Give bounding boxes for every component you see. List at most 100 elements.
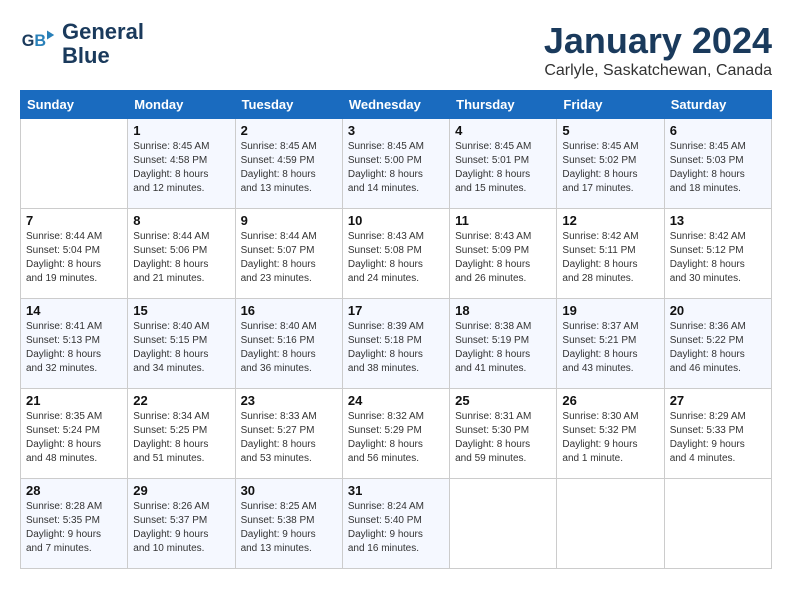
day-number: 4: [455, 123, 551, 138]
day-info: Sunrise: 8:38 AM Sunset: 5:19 PM Dayligh…: [455, 320, 551, 376]
weekday-header: Tuesday: [235, 91, 342, 119]
logo: G B General Blue: [20, 20, 144, 68]
day-number: 2: [241, 123, 337, 138]
day-number: 25: [455, 393, 551, 408]
calendar-cell: 4 Sunrise: 8:45 AM Sunset: 5:01 PM Daylig…: [450, 119, 557, 209]
calendar-cell: 3Sunrise: 8:45 AM Sunset: 5:00 PM Daylig…: [342, 119, 449, 209]
day-number: 16: [241, 303, 337, 318]
calendar-cell: 23Sunrise: 8:33 AM Sunset: 5:27 PM Dayli…: [235, 389, 342, 479]
day-info: Sunrise: 8:44 AM Sunset: 5:04 PM Dayligh…: [26, 230, 122, 286]
day-number: 31: [348, 483, 444, 498]
day-number: 19: [562, 303, 658, 318]
calendar-cell: 2 Sunrise: 8:45 AM Sunset: 4:59 PM Daylig…: [235, 119, 342, 209]
calendar-cell: 25 Sunrise: 8:31 AM Sunset: 5:30 PM Dayli…: [450, 389, 557, 479]
calendar-cell: 13Sunrise: 8:42 AM Sunset: 5:12 PM Dayli…: [664, 209, 771, 299]
calendar-cell: 21 Sunrise: 8:35 AM Sunset: 5:24 PM Dayli…: [21, 389, 128, 479]
day-number: 7: [26, 213, 122, 228]
calendar-cell: 30 Sunrise: 8:25 AM Sunset: 5:38 PM Dayli…: [235, 479, 342, 569]
day-info: Sunrise: 8:45 AM Sunset: 4:58 PM Dayligh…: [133, 140, 229, 196]
calendar-title: January 2024: [544, 20, 772, 62]
day-number: 23: [241, 393, 337, 408]
day-number: 29: [133, 483, 229, 498]
day-info: Sunrise: 8:29 AM Sunset: 5:33 PM Dayligh…: [670, 410, 766, 466]
calendar-cell: 11 Sunrise: 8:43 AM Sunset: 5:09 PM Dayli…: [450, 209, 557, 299]
calendar-cell: 16 Sunrise: 8:40 AM Sunset: 5:16 PM Dayli…: [235, 299, 342, 389]
day-number: 6: [670, 123, 766, 138]
calendar-cell: 8Sunrise: 8:44 AM Sunset: 5:06 PM Daylig…: [128, 209, 235, 299]
calendar-cell: 19 Sunrise: 8:37 AM Sunset: 5:21 PM Dayli…: [557, 299, 664, 389]
day-number: 5: [562, 123, 658, 138]
day-info: Sunrise: 8:34 AM Sunset: 5:25 PM Dayligh…: [133, 410, 229, 466]
day-info: Sunrise: 8:39 AM Sunset: 5:18 PM Dayligh…: [348, 320, 444, 376]
day-number: 1: [133, 123, 229, 138]
day-number: 30: [241, 483, 337, 498]
calendar-cell: 22 Sunrise: 8:34 AM Sunset: 5:25 PM Dayli…: [128, 389, 235, 479]
svg-text:B: B: [34, 32, 46, 50]
logo-icon: G B: [20, 26, 56, 62]
calendar-cell: 9 Sunrise: 8:44 AM Sunset: 5:07 PM Daylig…: [235, 209, 342, 299]
day-number: 21: [26, 393, 122, 408]
calendar-week-row: 14Sunrise: 8:41 AM Sunset: 5:13 PM Dayli…: [21, 299, 772, 389]
day-info: Sunrise: 8:28 AM Sunset: 5:35 PM Dayligh…: [26, 500, 122, 556]
calendar-cell: 26Sunrise: 8:30 AM Sunset: 5:32 PM Dayli…: [557, 389, 664, 479]
day-number: 27: [670, 393, 766, 408]
day-number: 22: [133, 393, 229, 408]
day-info: Sunrise: 8:40 AM Sunset: 5:16 PM Dayligh…: [241, 320, 337, 376]
day-number: 12: [562, 213, 658, 228]
calendar-cell: 5 Sunrise: 8:45 AM Sunset: 5:02 PM Daylig…: [557, 119, 664, 209]
calendar-cell: 12 Sunrise: 8:42 AM Sunset: 5:11 PM Dayli…: [557, 209, 664, 299]
day-info: Sunrise: 8:31 AM Sunset: 5:30 PM Dayligh…: [455, 410, 551, 466]
calendar-cell: 27 Sunrise: 8:29 AM Sunset: 5:33 PM Dayli…: [664, 389, 771, 479]
day-info: Sunrise: 8:40 AM Sunset: 5:15 PM Dayligh…: [133, 320, 229, 376]
calendar-cell: 15Sunrise: 8:40 AM Sunset: 5:15 PM Dayli…: [128, 299, 235, 389]
calendar-subtitle: Carlyle, Saskatchewan, Canada: [544, 62, 772, 80]
svg-text:G: G: [22, 32, 35, 50]
weekday-header: Friday: [557, 91, 664, 119]
day-info: Sunrise: 8:42 AM Sunset: 5:11 PM Dayligh…: [562, 230, 658, 286]
day-number: 3: [348, 123, 444, 138]
weekday-header: Sunday: [21, 91, 128, 119]
day-info: Sunrise: 8:45 AM Sunset: 5:02 PM Dayligh…: [562, 140, 658, 196]
day-info: Sunrise: 8:24 AM Sunset: 5:40 PM Dayligh…: [348, 500, 444, 556]
day-number: 17: [348, 303, 444, 318]
day-info: Sunrise: 8:37 AM Sunset: 5:21 PM Dayligh…: [562, 320, 658, 376]
day-info: Sunrise: 8:45 AM Sunset: 5:03 PM Dayligh…: [670, 140, 766, 196]
calendar-cell: 14Sunrise: 8:41 AM Sunset: 5:13 PM Dayli…: [21, 299, 128, 389]
day-number: 10: [348, 213, 444, 228]
calendar-cell: 10Sunrise: 8:43 AM Sunset: 5:08 PM Dayli…: [342, 209, 449, 299]
day-info: Sunrise: 8:41 AM Sunset: 5:13 PM Dayligh…: [26, 320, 122, 376]
calendar-cell: 7 Sunrise: 8:44 AM Sunset: 5:04 PM Daylig…: [21, 209, 128, 299]
weekday-header: Thursday: [450, 91, 557, 119]
calendar-cell: 1 Sunrise: 8:45 AM Sunset: 4:58 PM Daylig…: [128, 119, 235, 209]
title-area: January 2024 Carlyle, Saskatchewan, Cana…: [544, 20, 772, 80]
day-info: Sunrise: 8:44 AM Sunset: 5:07 PM Dayligh…: [241, 230, 337, 286]
day-number: 28: [26, 483, 122, 498]
weekday-header: Saturday: [664, 91, 771, 119]
day-info: Sunrise: 8:32 AM Sunset: 5:29 PM Dayligh…: [348, 410, 444, 466]
calendar-cell: 18Sunrise: 8:38 AM Sunset: 5:19 PM Dayli…: [450, 299, 557, 389]
day-info: Sunrise: 8:45 AM Sunset: 4:59 PM Dayligh…: [241, 140, 337, 196]
day-info: Sunrise: 8:42 AM Sunset: 5:12 PM Dayligh…: [670, 230, 766, 286]
page-header: G B General Blue January 2024 Carlyle, S…: [20, 20, 772, 80]
calendar-week-row: 1 Sunrise: 8:45 AM Sunset: 4:58 PM Daylig…: [21, 119, 772, 209]
calendar-cell: [664, 479, 771, 569]
day-info: Sunrise: 8:45 AM Sunset: 5:01 PM Dayligh…: [455, 140, 551, 196]
day-number: 9: [241, 213, 337, 228]
day-info: Sunrise: 8:25 AM Sunset: 5:38 PM Dayligh…: [241, 500, 337, 556]
calendar-cell: [557, 479, 664, 569]
calendar-cell: 20Sunrise: 8:36 AM Sunset: 5:22 PM Dayli…: [664, 299, 771, 389]
day-number: 11: [455, 213, 551, 228]
day-number: 26: [562, 393, 658, 408]
day-info: Sunrise: 8:43 AM Sunset: 5:09 PM Dayligh…: [455, 230, 551, 286]
calendar-cell: 31 Sunrise: 8:24 AM Sunset: 5:40 PM Dayli…: [342, 479, 449, 569]
weekday-header-row: SundayMondayTuesdayWednesdayThursdayFrid…: [21, 91, 772, 119]
calendar-table: SundayMondayTuesdayWednesdayThursdayFrid…: [20, 90, 772, 569]
day-info: Sunrise: 8:36 AM Sunset: 5:22 PM Dayligh…: [670, 320, 766, 376]
calendar-cell: 17 Sunrise: 8:39 AM Sunset: 5:18 PM Dayli…: [342, 299, 449, 389]
day-info: Sunrise: 8:35 AM Sunset: 5:24 PM Dayligh…: [26, 410, 122, 466]
calendar-cell: 24 Sunrise: 8:32 AM Sunset: 5:29 PM Dayli…: [342, 389, 449, 479]
day-number: 24: [348, 393, 444, 408]
calendar-cell: 29 Sunrise: 8:26 AM Sunset: 5:37 PM Dayli…: [128, 479, 235, 569]
day-number: 8: [133, 213, 229, 228]
day-info: Sunrise: 8:26 AM Sunset: 5:37 PM Dayligh…: [133, 500, 229, 556]
